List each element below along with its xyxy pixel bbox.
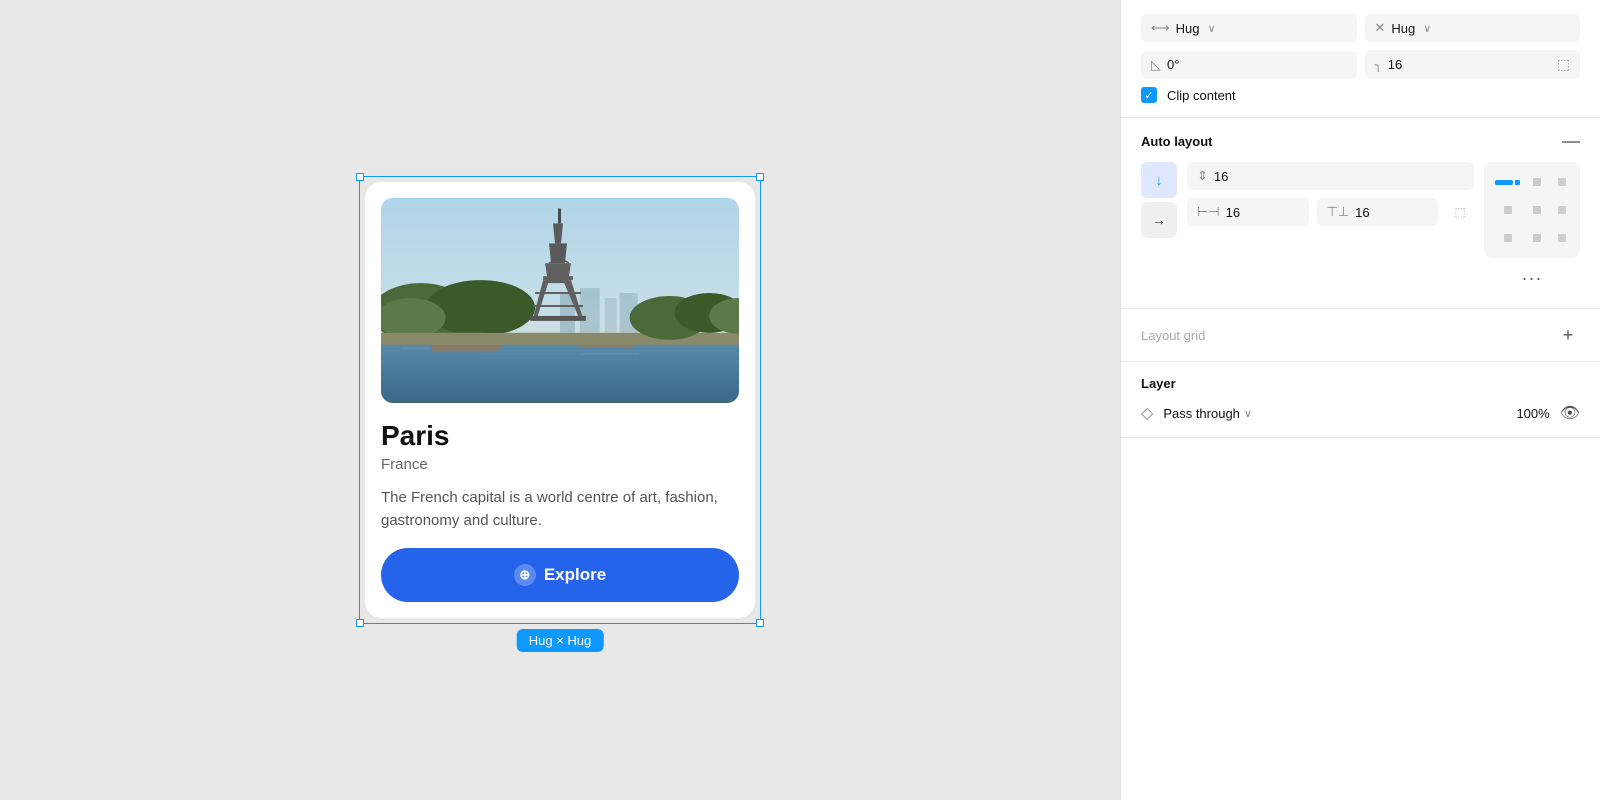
layout-grid-section: Layout grid + (1121, 309, 1600, 362)
resize-corners-icon: ⬚ (1557, 56, 1570, 73)
padding-v-icon: ⊤⊥ (1327, 204, 1350, 220)
hug-label: Hug × Hug (517, 629, 604, 652)
handle-top-right[interactable] (756, 173, 764, 181)
layer-blend-icon: ◇ (1141, 403, 1153, 423)
auto-layout-title: Auto layout — (1141, 132, 1580, 150)
direction-buttons: ↓ → (1141, 162, 1177, 238)
align-dot-mr (1558, 206, 1566, 214)
gap-field[interactable]: ⇕ 16 (1187, 162, 1474, 190)
explore-button-label: Explore (544, 565, 606, 585)
handle-top-left[interactable] (356, 173, 364, 181)
card-image (381, 198, 739, 403)
width-arrow: ∨ (1208, 22, 1216, 35)
padding-h-value: 16 (1226, 205, 1240, 220)
padding-horizontal-field[interactable]: ⊢⊣ 16 (1187, 198, 1309, 226)
dimensions-section: ⟷ Hug ∨ ✕ Hug ∨ ◺ 0° ╮ 16 ⬚ ✓ (1121, 0, 1600, 118)
rotation-field[interactable]: ◺ 0° (1141, 51, 1357, 79)
align-dot-tm (1533, 178, 1541, 186)
clip-content-label: Clip content (1167, 88, 1236, 103)
padding-vertical-field[interactable]: ⊤⊥ 16 (1317, 198, 1439, 226)
height-field[interactable]: ✕ Hug ∨ (1365, 14, 1581, 42)
handle-bottom-right[interactable] (756, 619, 764, 627)
layout-grid-row: Layout grid + (1141, 323, 1580, 347)
corner-radius-field[interactable]: ╮ 16 ⬚ (1365, 50, 1581, 79)
width-field[interactable]: ⟷ Hug ∨ (1141, 14, 1357, 42)
gap-icon: ⇕ (1197, 168, 1208, 184)
layer-visibility-icon[interactable]: 👁 (1560, 403, 1580, 423)
dimensions-row: ⟷ Hug ∨ ✕ Hug ∨ (1141, 14, 1580, 42)
auto-layout-collapse-button[interactable]: — (1562, 132, 1580, 150)
layout-grid-label: Layout grid (1141, 328, 1205, 343)
rotation-icon: ◺ (1151, 57, 1161, 73)
layer-section-title: Layer (1141, 376, 1580, 391)
layer-row: ◇ Pass through ∨ 100% 👁 (1141, 403, 1580, 423)
alignment-grid[interactable] (1484, 162, 1580, 258)
align-dot-ml (1504, 206, 1512, 214)
width-icon: ⟷ (1151, 20, 1170, 36)
handle-bottom-left[interactable] (356, 619, 364, 627)
rotation-corner-row: ◺ 0° ╮ 16 ⬚ (1141, 50, 1580, 79)
layer-mode-dropdown[interactable]: Pass through ∨ (1163, 406, 1252, 421)
layer-opacity-value: 100% (1516, 406, 1549, 421)
card-description: The French capital is a world centre of … (381, 487, 739, 532)
layer-mode-chevron: ∨ (1244, 407, 1252, 420)
card: Paris France The French capital is a wor… (365, 182, 755, 619)
height-icon: ✕ (1375, 20, 1386, 36)
height-value: Hug (1391, 21, 1415, 36)
clip-content-row: ✓ Clip content (1141, 87, 1580, 103)
alignment-area: ··· (1484, 162, 1580, 294)
align-dot-tr (1558, 178, 1566, 186)
direction-right-button[interactable]: → (1141, 202, 1177, 238)
layer-section: Layer ◇ Pass through ∨ 100% 👁 (1121, 362, 1600, 438)
clip-content-checkbox[interactable]: ✓ (1141, 87, 1157, 103)
gap-value: 16 (1214, 169, 1228, 184)
rotation-value: 0° (1167, 57, 1179, 72)
card-wrapper[interactable]: Paris France The French capital is a wor… (365, 182, 755, 619)
auto-layout-controls: ↓ → ⇕ 16 ⊢⊣ 16 ⊤⊥ 16 (1141, 162, 1580, 294)
auto-layout-section: Auto layout — ↓ → ⇕ 16 ⊢⊣ 16 (1121, 118, 1600, 309)
right-panel: ⟷ Hug ∨ ✕ Hug ∨ ◺ 0° ╮ 16 ⬚ ✓ (1120, 0, 1600, 800)
canvas: Paris France The French capital is a wor… (0, 0, 1120, 800)
align-dot-bm (1533, 234, 1541, 242)
padding-row: ⊢⊣ 16 ⊤⊥ 16 ⬚ (1187, 198, 1474, 226)
layout-fields: ⇕ 16 ⊢⊣ 16 ⊤⊥ 16 ⬚ (1187, 162, 1474, 226)
explore-button[interactable]: ⊕ Explore (381, 548, 739, 602)
height-arrow: ∨ (1423, 22, 1431, 35)
layer-mode-label: Pass through (1163, 406, 1240, 421)
padding-h-icon: ⊢⊣ (1197, 204, 1220, 220)
card-title: Paris (381, 419, 739, 453)
padding-v-value: 16 (1355, 205, 1369, 220)
compass-icon: ⊕ (514, 564, 536, 586)
align-dot-mm (1533, 206, 1541, 214)
more-options-button[interactable]: ··· (1516, 262, 1548, 294)
clip-size-toggle[interactable]: ⬚ (1446, 198, 1474, 226)
add-layout-grid-button[interactable]: + (1556, 323, 1580, 347)
corner-radius-value: 16 (1388, 57, 1402, 72)
card-subtitle: France (381, 456, 739, 473)
align-dot-bl (1504, 234, 1512, 242)
align-dot-br (1558, 234, 1566, 242)
corner-radius-icon: ╮ (1375, 58, 1382, 72)
direction-down-button[interactable]: ↓ (1141, 162, 1177, 198)
width-value: Hug (1176, 21, 1200, 36)
